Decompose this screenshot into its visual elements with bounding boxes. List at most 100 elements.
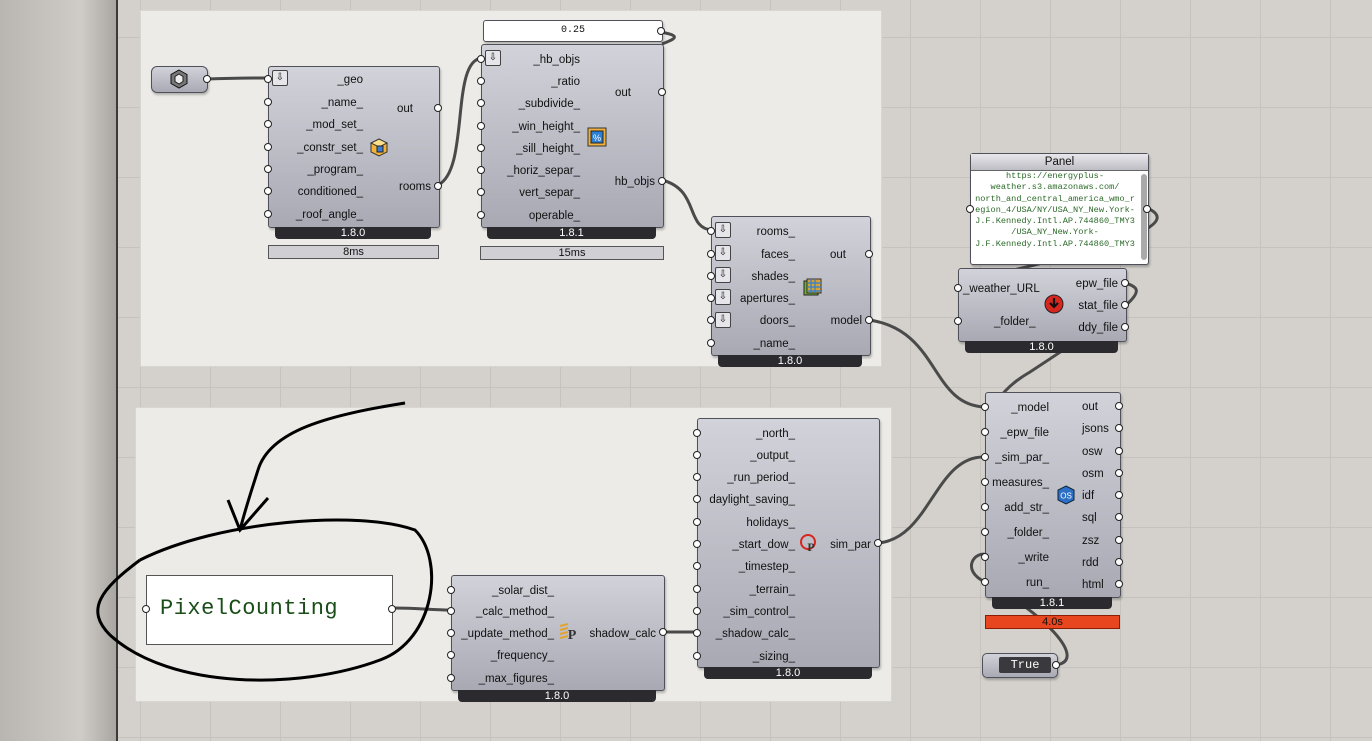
port-model-in-apertures[interactable] [707, 294, 715, 302]
port-aperture-in-sill-height[interactable] [477, 144, 485, 152]
port-osm-out-jsons[interactable] [1115, 424, 1123, 432]
port-osm-in-sim-par[interactable] [981, 453, 989, 461]
port-simpar-in-run-period[interactable] [693, 473, 701, 481]
port-room-out-out[interactable] [434, 104, 442, 112]
run-openstudio-component[interactable]: _model _epw_file _sim_par_ measures_ add… [985, 392, 1121, 598]
hb-aperture-component[interactable]: ⇩ _hb_objs _ratio _subdivide_ _win_heigh… [481, 44, 664, 228]
port-epw-out-stat-file[interactable] [1121, 301, 1129, 309]
port-aperture-in-hb-objs[interactable] [477, 55, 485, 63]
port-osm-out-sql[interactable] [1115, 513, 1123, 521]
wire-rooms [437, 56, 483, 187]
port-room-in-conditioned[interactable] [264, 187, 272, 195]
port-epw-in-weather-url[interactable] [954, 284, 962, 292]
port-shadow-in-calc-method[interactable] [447, 607, 455, 615]
port-aperture-in-ratio[interactable] [477, 77, 485, 85]
download-weather-component[interactable]: _weather_URL _folder_ epw_file stat_file… [958, 268, 1127, 342]
port-simpar-in-shadow-calc[interactable] [693, 629, 701, 637]
port-simpar-out-sim-par[interactable] [874, 539, 882, 547]
port-room-in-program[interactable] [264, 165, 272, 173]
port-epw-in-folder[interactable] [954, 317, 962, 325]
osm-input-epw-file: _epw_file [1000, 427, 1049, 439]
port-osm-out-zsz[interactable] [1115, 536, 1123, 544]
run-boolean-toggle[interactable]: True [982, 653, 1058, 678]
port-osm-in-folder[interactable] [981, 528, 989, 536]
osm-input-model: _model [1011, 402, 1049, 414]
port-model-out-model[interactable] [865, 316, 873, 324]
model-input-rooms: rooms_ [756, 226, 795, 238]
port-room-out-rooms[interactable] [434, 182, 442, 190]
port-model-out-out[interactable] [865, 250, 873, 258]
port-osm-out-rdd[interactable] [1115, 558, 1123, 566]
port-model-in-name[interactable] [707, 339, 715, 347]
port-aperture-in-operable[interactable] [477, 211, 485, 219]
simulation-parameter-component[interactable]: _north_ _output_ _run_period_ daylight_s… [697, 418, 880, 668]
url-panel[interactable]: Panel https://energyplus- weather.s3.ama… [970, 153, 1149, 265]
port-model-in-doors[interactable] [707, 316, 715, 324]
shadow-input-frequency: _frequency_ [490, 650, 554, 662]
port-shadow-in-max-figures[interactable] [447, 674, 455, 682]
port-osm-in-model[interactable] [981, 403, 989, 411]
port-shadow-in-solar-dist[interactable] [447, 586, 455, 594]
port-simpar-in-holidays[interactable] [693, 518, 701, 526]
toggle-value-box[interactable]: True [999, 657, 1051, 673]
port-osm-out-html[interactable] [1115, 580, 1123, 588]
port-room-in-mod-set[interactable] [264, 120, 272, 128]
port-simpar-in-timestep[interactable] [693, 562, 701, 570]
download-weather-icon [1044, 294, 1064, 314]
geometry-param[interactable] [151, 66, 208, 93]
port-simpar-in-sim-control[interactable] [693, 607, 701, 615]
port-room-in-geo[interactable] [264, 75, 272, 83]
port-simpar-in-north[interactable] [693, 429, 701, 437]
port-text-panel-in[interactable] [142, 605, 150, 613]
port-aperture-in-horiz-separ[interactable] [477, 166, 485, 174]
port-room-in-name[interactable] [264, 98, 272, 106]
hb-model-component[interactable]: ⇩ ⇩ ⇩ ⇩ ⇩ rooms_ faces_ shades_ aperture… [711, 216, 871, 356]
port-osm-out-out[interactable] [1115, 402, 1123, 410]
port-osm-in-measures[interactable] [981, 478, 989, 486]
port-aperture-in-win-height[interactable] [477, 122, 485, 130]
port-osm-in-add-str[interactable] [981, 503, 989, 511]
ratio-slider[interactable]: 0.25 [483, 20, 663, 42]
port-epw-out-epw-file[interactable] [1121, 279, 1129, 287]
panel-scrollbar[interactable] [1141, 174, 1147, 260]
shadow-input-max-figures: _max_figures_ [478, 673, 554, 685]
shadow-input-calc-method: _calc_method_ [476, 606, 554, 618]
port-aperture-out-out[interactable] [658, 88, 666, 96]
simpar-version: 1.8.0 [704, 667, 872, 679]
port-slider-out[interactable] [657, 27, 665, 35]
port-osm-out-idf[interactable] [1115, 491, 1123, 499]
port-osm-out-osw[interactable] [1115, 447, 1123, 455]
port-model-in-rooms[interactable] [707, 227, 715, 235]
panel-title: Panel [971, 154, 1148, 171]
port-simpar-in-output[interactable] [693, 451, 701, 459]
port-simpar-in-start-dow[interactable] [693, 540, 701, 548]
port-toggle-out[interactable] [1052, 661, 1060, 669]
port-model-in-faces[interactable] [707, 250, 715, 258]
port-simpar-in-terrain[interactable] [693, 585, 701, 593]
port-osm-in-write[interactable] [981, 553, 989, 561]
pixelcounting-text-panel[interactable]: PixelCounting [146, 575, 393, 645]
port-text-panel-out[interactable] [388, 605, 396, 613]
port-osm-out-osm[interactable] [1115, 469, 1123, 477]
port-model-in-shades[interactable] [707, 272, 715, 280]
port-shadow-in-frequency[interactable] [447, 651, 455, 659]
osm-input-sim-par: _sim_par_ [995, 452, 1049, 464]
port-panel-out[interactable] [1143, 205, 1151, 213]
port-shadow-out-shadow-calc[interactable] [659, 628, 667, 636]
port-room-in-roof-angle[interactable] [264, 210, 272, 218]
port-aperture-in-subdivide[interactable] [477, 99, 485, 107]
port-shadow-in-update-method[interactable] [447, 629, 455, 637]
port-room-in-constr-set[interactable] [264, 143, 272, 151]
port-panel-in[interactable] [966, 205, 974, 213]
port-geometry-out[interactable] [203, 75, 211, 83]
shadow-calculation-component[interactable]: _solar_dist_ _calc_method_ _update_metho… [451, 575, 665, 691]
port-aperture-out-hb-objs[interactable] [658, 177, 666, 185]
port-aperture-in-vert-separ[interactable] [477, 188, 485, 196]
hb-room-component[interactable]: ⇩ _geo _name_ _mod_set_ _constr_set_ _pr… [268, 66, 440, 228]
port-epw-out-ddy-file[interactable] [1121, 323, 1129, 331]
port-simpar-in-sizing[interactable] [693, 652, 701, 660]
osm-output-out: out [1082, 401, 1098, 413]
port-osm-in-epw-file[interactable] [981, 428, 989, 436]
port-simpar-in-daylight-saving[interactable] [693, 495, 701, 503]
port-osm-in-run[interactable] [981, 578, 989, 586]
